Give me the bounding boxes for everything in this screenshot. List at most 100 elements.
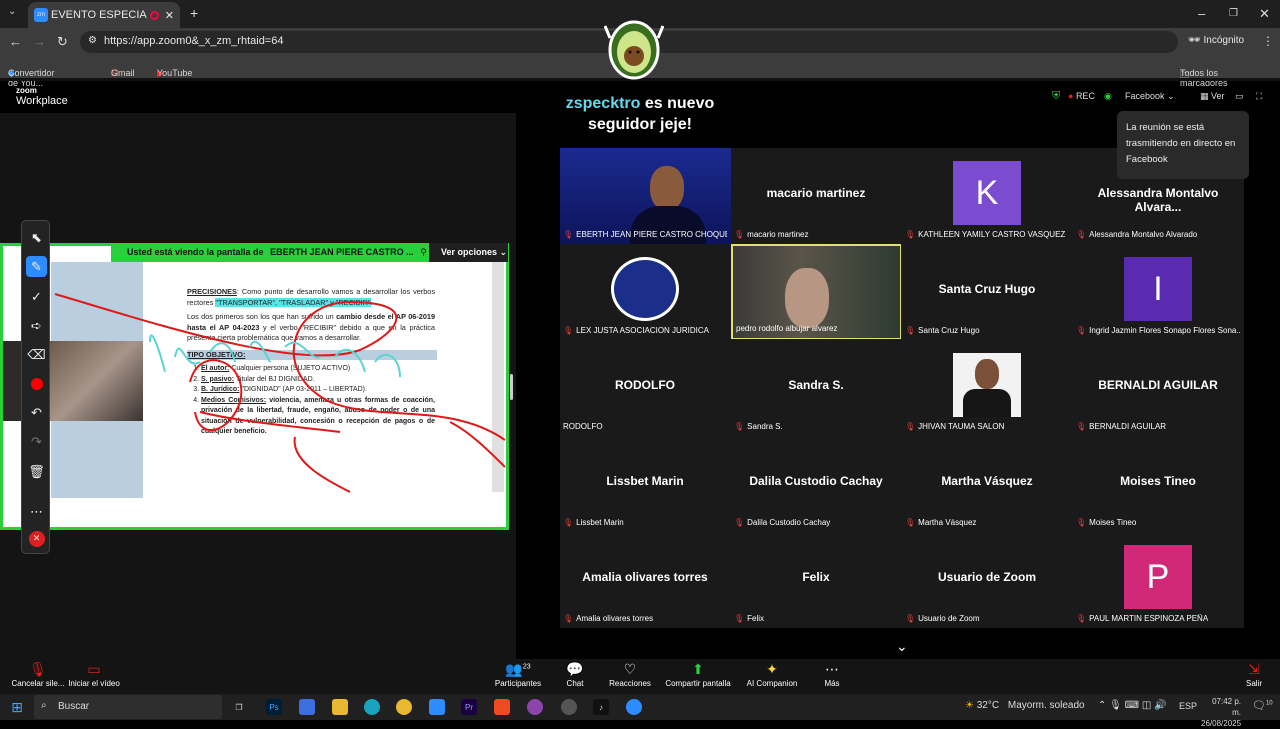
participants-button[interactable]: 👥23 Participantes [494,661,542,688]
participants-icon: 👥23 [505,661,531,677]
rec-indicator[interactable]: ● REC [1068,91,1095,101]
participant-tile[interactable]: Sandra S. 🎙 Sandra S. [731,340,901,435]
participant-tile[interactable]: 🎙 LEX JUSTA ASOCIACION JURIDICA [560,244,730,339]
new-tab-button[interactable]: + [190,5,198,21]
premiere-icon[interactable]: Pr [461,699,477,715]
participant-tile[interactable]: Amalia olivares torres 🎙 Amalia olivares t… [560,532,730,627]
muted-mic-icon: 🎙 [1076,326,1087,335]
participant-tile[interactable]: Martha Vásquez 🎙 Martha Vásquez [902,436,1072,531]
taskbar-search[interactable]: ⌕ Buscar [34,695,222,719]
browser-tab[interactable]: zm EVENTO ESPECIAL SEMA ✕ [28,2,180,28]
more-tools-icon[interactable]: ⋯ [26,501,47,522]
color-picker-icon[interactable] [26,373,47,394]
edge-icon[interactable] [364,699,380,715]
ai-companion-button[interactable]: ✦ AI Companion [745,661,799,688]
participant-tile[interactable]: I 🎙 Ingrid Jazmin Flores Sonapo Flores Son… [1073,244,1243,339]
participants-label: Participantes [494,679,542,688]
participant-tile[interactable]: BERNALDI AGUILAR 🎙 BERNALDI AGUILAR [1073,340,1243,435]
windows-start-icon[interactable]: ⊞ [9,699,25,715]
eraser-icon[interactable]: ⌫ [26,344,47,365]
pen-tool-icon[interactable]: ✎ [26,256,47,277]
incognito-badge[interactable]: 🕶 Incógnito [1188,35,1244,46]
muted-mic-icon: 🎙 [905,326,916,335]
scroll-down-icon[interactable]: ⌄ [896,638,908,655]
view-options-button[interactable]: Ver opciones ⌄ [429,243,508,262]
store-icon[interactable] [429,699,445,715]
participant-tile[interactable]: K 🎙 KATHLEEN YAMILY CASTRO VASQUEZ [902,148,1072,243]
clock[interactable]: 07:42 p. m. 26/08/2025 [1201,696,1241,729]
fullscreen-icon[interactable]: ⛶ [1256,91,1262,102]
app-circle-icon[interactable] [561,699,577,715]
participant-tile[interactable]: RODOLFO RODOLFO [560,340,730,435]
chevron-down-icon: ⌄ [499,247,508,257]
close-tab-icon[interactable]: ✕ [165,9,174,22]
menu-icon[interactable]: ⋮ [1262,34,1274,48]
sharing-notice-bar: Usted está viendo la pantalla de EBERTH … [111,243,508,262]
chrome-incognito-icon[interactable] [626,699,642,715]
participant-tile[interactable]: 🎙 EBERTH JEAN PIERE CASTRO CHOQUE [560,148,731,244]
participant-name-label: 🎙 Usuario de Zoom [905,614,1069,623]
select-tool-icon[interactable]: ⬉ [26,227,47,248]
participant-name-label: 🎙 Martha Vásquez [905,518,1069,527]
app-purple-icon[interactable] [527,699,543,715]
logo-bottom: Workplace [16,95,68,107]
site-info-icon[interactable]: ⚙ [88,35,97,46]
leave-button[interactable]: ⇲ Salir [1244,661,1264,688]
participant-tile[interactable]: Lissbet Marin 🎙 Lissbet Marin [560,436,730,531]
participant-tile[interactable]: Dalila Custodio Cachay 🎙 Dalila Custodio C… [731,436,901,531]
tray-icons[interactable]: ⌃ 🎙 ⌨ ◫ 🔊 [1098,700,1167,711]
close-annotation-icon[interactable]: ✕ [26,528,47,549]
more-label: Más [824,679,840,688]
reactions-button[interactable]: ♡ Reacciones [608,661,652,688]
participant-tile[interactable]: Moises Tineo 🎙 Moises Tineo [1073,436,1243,531]
participant-tile[interactable]: Felix 🎙 Felix [731,532,901,627]
photoshop-icon[interactable]: Ps [266,699,282,715]
panel-resize-handle[interactable] [510,374,513,400]
minimize-meeting-icon[interactable]: ▭ [1235,91,1244,102]
participant-name-label: 🎙 Moises Tineo [1076,518,1240,527]
notifications-icon[interactable]: 🗨10 [1252,699,1273,712]
forward-icon[interactable]: → [33,34,46,49]
participant-photo [953,353,1021,417]
more-button[interactable]: ⋯ Más [822,661,842,688]
participant-tile[interactable]: 🎙 JHIVAN TAUMA SALON [902,340,1072,435]
close-window-icon[interactable]: ✕ [1259,6,1270,22]
participant-tile[interactable]: macario martinez 🎙 macario martinez [731,148,901,243]
chat-label: Chat [566,679,584,688]
back-icon[interactable]: ← [9,34,22,49]
file-explorer-icon[interactable] [332,699,348,715]
chat-button[interactable]: 💬 Chat [562,661,588,688]
task-view-icon[interactable]: ❐ [231,699,247,715]
minimize-icon[interactable]: – [1198,6,1205,21]
tiktok-icon[interactable]: ♪ [593,699,609,715]
participant-display-name: macario martinez [766,186,866,200]
undo-icon[interactable]: ↶ [26,402,47,423]
copilot-icon[interactable] [299,699,315,715]
chrome-icon[interactable] [396,699,412,715]
arrow-tool-icon[interactable]: ➪ [26,315,47,336]
participant-tile[interactable]: P 🎙 PAUL MARTIN ESPINOZA PEÑA [1073,532,1243,627]
facebook-dropdown[interactable]: Facebook ⌄ [1125,91,1175,102]
video-button[interactable]: ▭ Iniciar el vídeo [66,661,122,688]
mute-button[interactable]: 🎙 Cancelar sile... [8,661,68,688]
participant-tile[interactable]: Usuario de Zoom 🎙 Usuario de Zoom [902,532,1072,627]
view-button[interactable]: ▦ Ver [1200,91,1225,102]
language-indicator[interactable]: ESP [1179,701,1197,711]
restore-icon[interactable]: ❐ [1229,8,1238,19]
participant-display-name: Santa Cruz Hugo [938,282,1036,296]
weather-widget[interactable]: ☀ 32°C Mayorm. soleado [965,700,1085,711]
muted-mic-icon: 🎙 [734,422,745,431]
participant-display-name: Usuario de Zoom [937,570,1036,584]
participant-tile[interactable]: pedro rodolfo albujar alvarez [731,244,901,339]
brave-icon[interactable] [494,699,510,715]
reload-icon[interactable]: ↻ [57,34,68,50]
tab-list-icon[interactable]: ⌄ [8,6,16,17]
participant-name: Martha Vásquez [918,518,977,527]
participant-name-label: 🎙 BERNALDI AGUILAR [1076,422,1240,431]
avatar: P [1124,545,1192,609]
share-screen-button[interactable]: ⬆ Compartir pantalla [664,661,732,688]
delete-icon[interactable]: 🗑 [26,461,47,482]
participant-tile[interactable]: Santa Cruz Hugo 🎙 Santa Cruz Hugo [902,244,1072,339]
redo-icon[interactable]: ↷ [26,431,47,452]
check-icon[interactable]: ✓ [26,286,47,307]
